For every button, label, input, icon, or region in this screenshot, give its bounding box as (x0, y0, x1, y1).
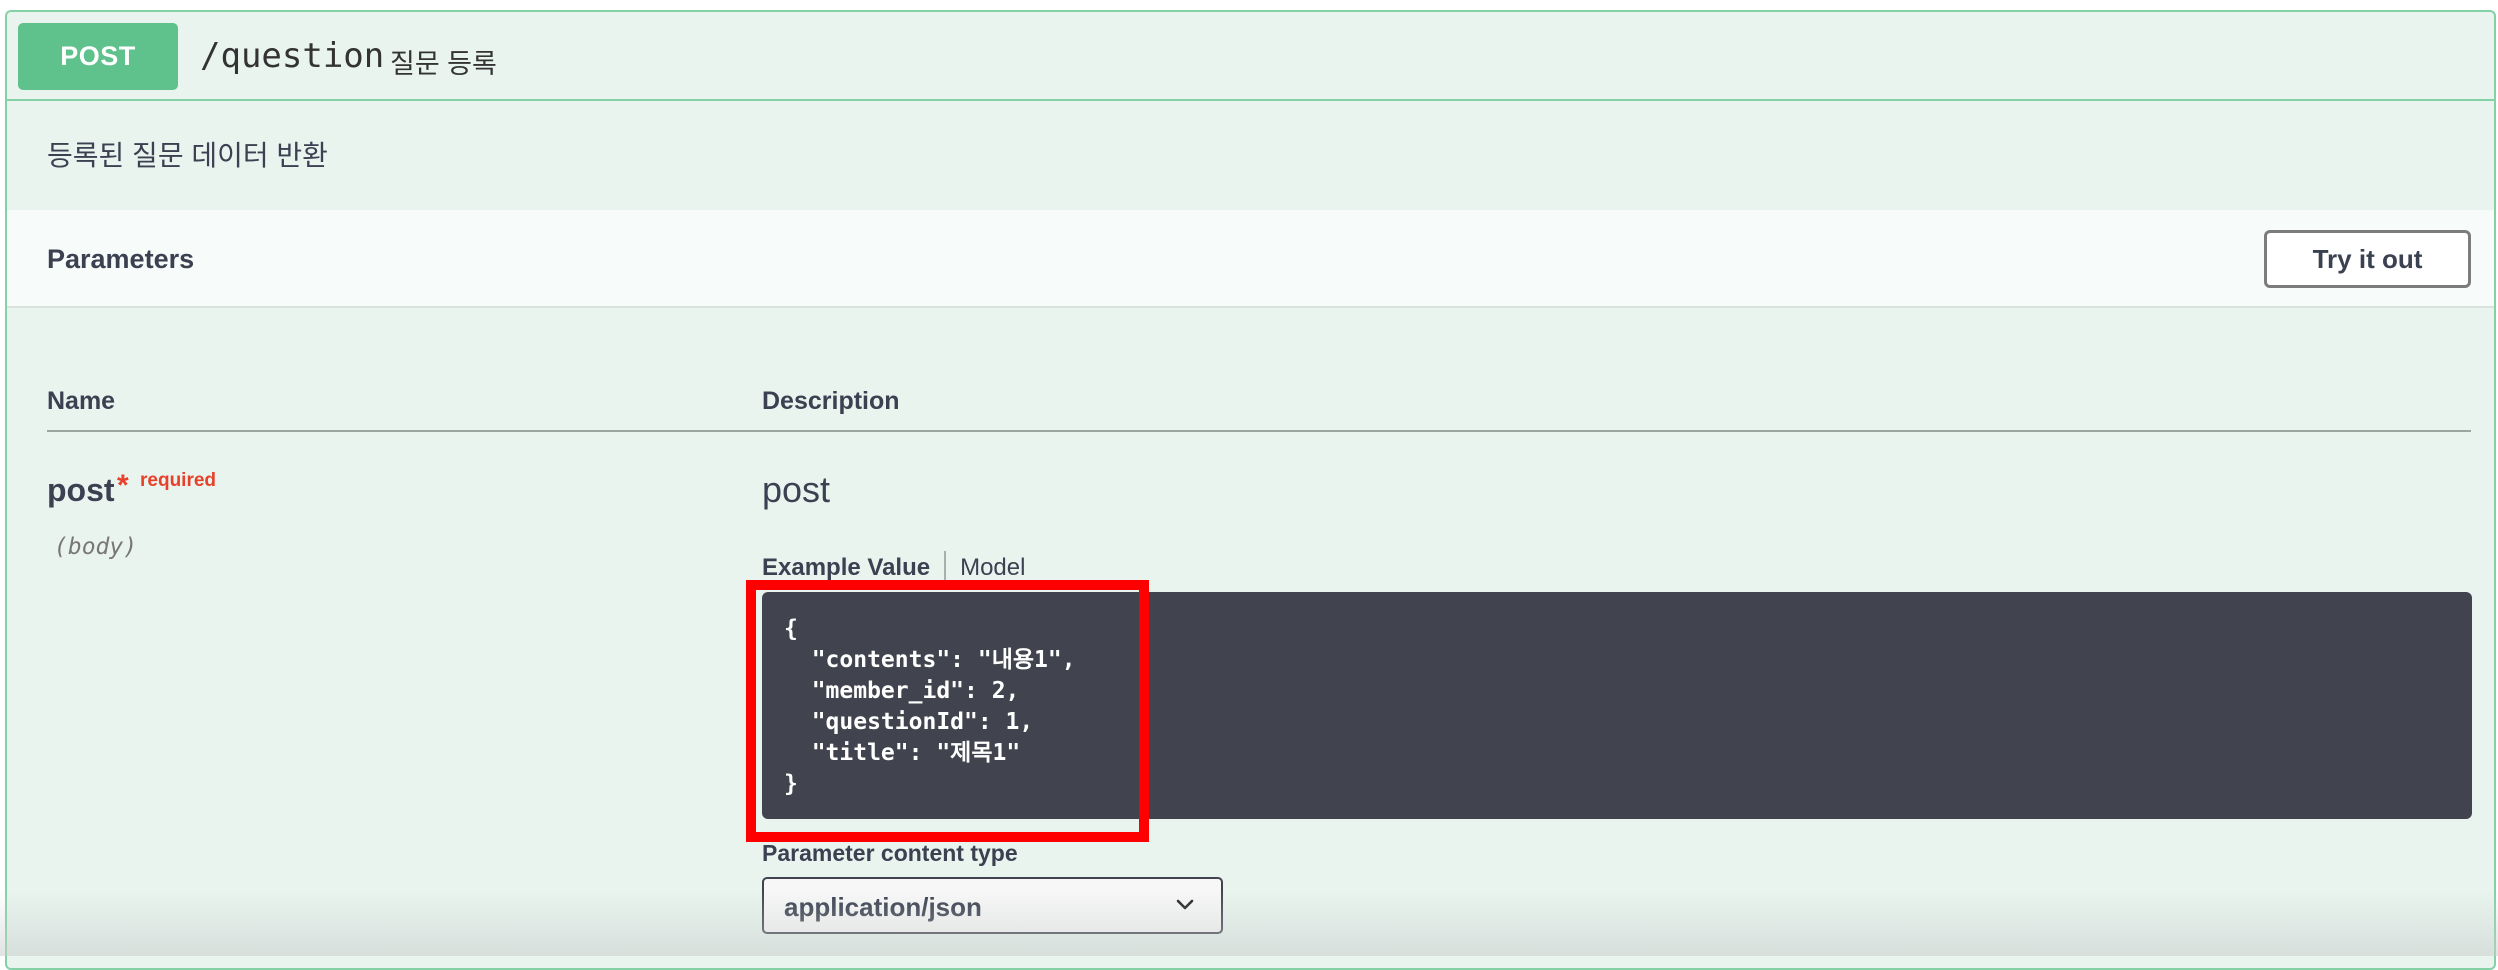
example-tabs: Example Value Model (762, 550, 1025, 586)
example-value-code[interactable]: { "contents": "내용1", "member_id": 2, "qu… (762, 592, 2472, 819)
tab-model[interactable]: Model (946, 554, 1025, 582)
parameter-location: (body) (54, 534, 138, 560)
column-header-description: Description (762, 387, 900, 415)
parameters-title: Parameters (47, 244, 195, 274)
parameter-description: post (762, 469, 831, 510)
operation-summary[interactable]: POST /question 질문 등록 (7, 12, 2494, 101)
tab-example-value[interactable]: Example Value (762, 554, 944, 582)
try-it-out-button[interactable]: Try it out (2264, 230, 2471, 288)
method-badge: POST (18, 23, 178, 90)
table-divider (47, 430, 2471, 432)
content-type-value: application/json (784, 892, 982, 922)
column-header-name: Name (47, 387, 116, 415)
content-type-select[interactable]: application/json (762, 877, 1223, 934)
operation-block: POST /question 질문 등록 등록된 질문 데이터 반환 Param… (5, 10, 2496, 970)
content-type-label: Parameter content type (762, 840, 1018, 866)
operation-description: 등록된 질문 데이터 반환 (47, 140, 328, 171)
parameters-header: Parameters Try it out (7, 210, 2494, 308)
chevron-down-icon (1176, 899, 1194, 910)
endpoint-path: /question (200, 36, 385, 76)
required-star: * (117, 469, 129, 502)
parameter-name: post (47, 472, 115, 508)
endpoint-summary: 질문 등록 (390, 49, 497, 79)
required-label: required (140, 470, 217, 491)
